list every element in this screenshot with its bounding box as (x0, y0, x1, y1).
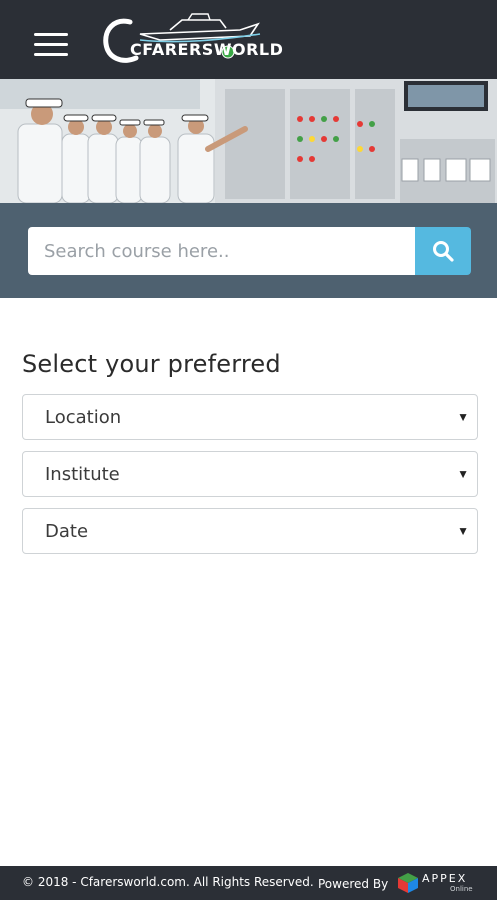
caret-down-icon: ▼ (457, 410, 469, 424)
date-select[interactable]: Date ▼ (22, 508, 478, 554)
top-bar: CFARERSWORLD (0, 0, 497, 79)
select-preferred-title: Select your preferred (22, 350, 281, 378)
date-select-label: Date (45, 521, 89, 542)
appex-cube-icon[interactable] (396, 871, 420, 895)
search-band (0, 203, 497, 298)
caret-down-icon: ▼ (457, 467, 469, 481)
search-course-input[interactable] (28, 227, 415, 275)
powered-by-text: Powered By (318, 877, 389, 891)
institute-select[interactable]: Institute ▼ (22, 451, 478, 497)
hero-banner-image (0, 79, 497, 203)
institute-select-label: Institute (45, 464, 120, 485)
magnifier-icon (433, 241, 454, 262)
search-box (28, 227, 471, 275)
caret-down-icon: ▼ (457, 524, 469, 538)
logo-text: CFARERSWORLD (130, 40, 284, 59)
location-select-label: Location (45, 407, 122, 428)
appex-sub: Online (450, 885, 473, 893)
footer: © 2018 - Cfarersworld.com. All Rights Re… (0, 866, 497, 900)
search-button[interactable] (415, 227, 471, 275)
appex-name: APPEX (422, 872, 468, 885)
copyright-text: © 2018 - Cfarersworld.com. All Rights Re… (22, 875, 314, 889)
location-select[interactable]: Location ▼ (22, 394, 478, 440)
hamburger-menu-icon[interactable] (34, 33, 68, 57)
